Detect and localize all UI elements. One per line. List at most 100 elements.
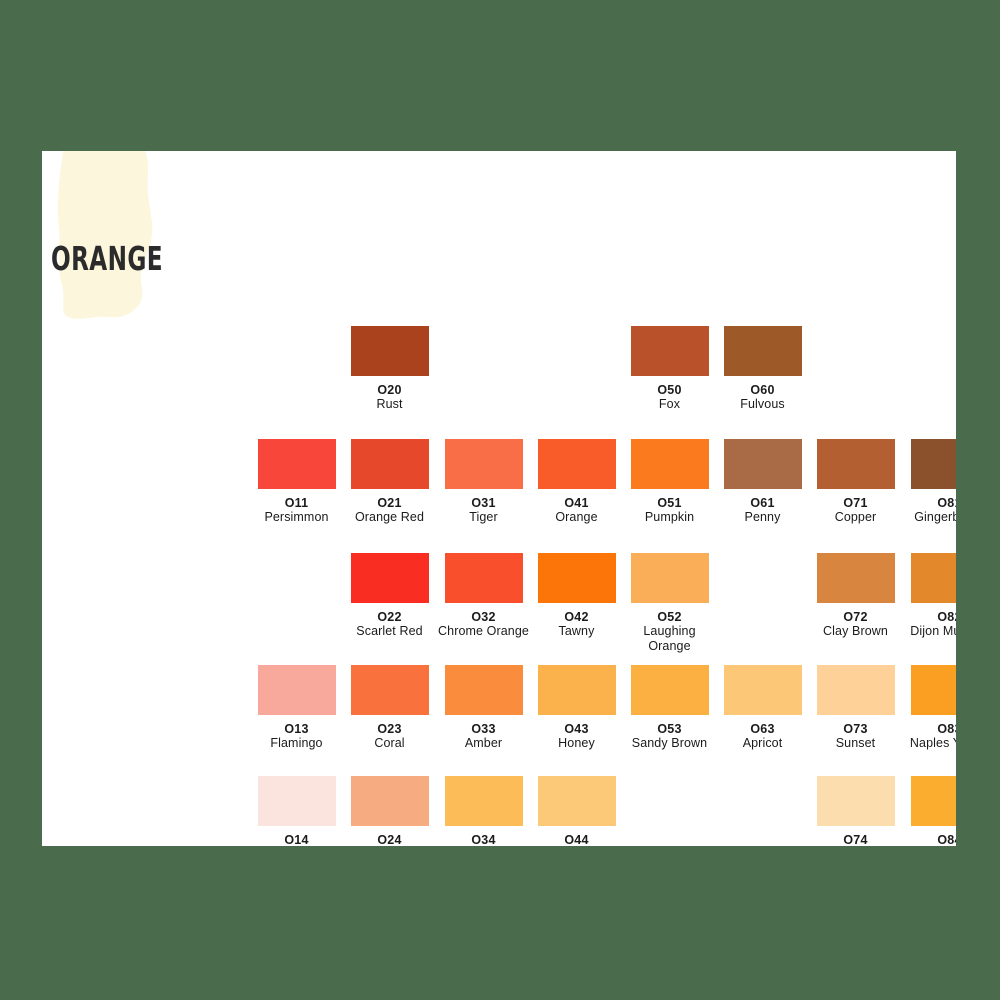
swatch-name: Laughing Orange bbox=[643, 624, 696, 653]
color-swatch[interactable] bbox=[537, 553, 616, 603]
color-swatch-cell[interactable]: O44Mango bbox=[530, 776, 623, 846]
color-swatch-cell[interactable]: O22 Scarlet Red bbox=[343, 553, 436, 639]
color-swatch-cell[interactable]: O81Gingerbread bbox=[903, 439, 956, 525]
color-swatch-cell[interactable]: O33 Amber bbox=[437, 665, 530, 751]
swatch-code: O61 bbox=[750, 496, 775, 510]
color-swatch-cell[interactable]: O43 Honey bbox=[530, 665, 623, 751]
swatch-name: Flamingo bbox=[270, 736, 323, 750]
swatch-code: O13 bbox=[284, 722, 309, 736]
swatch-code: O20 bbox=[377, 383, 402, 397]
color-chart-card: ORANGE O20 Rust O50 Fox O60 Fulvous O11 Persimm… bbox=[42, 151, 956, 846]
swatch-code: O81 bbox=[937, 496, 956, 510]
swatch-code: O11 bbox=[284, 496, 309, 510]
color-swatch-cell[interactable]: O34Marigold bbox=[437, 776, 530, 846]
color-swatch-cell[interactable]: O71 Copper bbox=[809, 439, 902, 525]
color-swatch-cell[interactable]: O50 Fox bbox=[623, 326, 716, 412]
color-swatch[interactable] bbox=[630, 326, 709, 376]
swatch-code: O82 bbox=[937, 610, 956, 624]
color-swatch[interactable] bbox=[350, 326, 429, 376]
swatch-name: Rust bbox=[376, 397, 403, 411]
swatch-name: Orange bbox=[555, 510, 598, 524]
color-swatch[interactable] bbox=[910, 776, 956, 826]
swatch-code: O14 bbox=[284, 833, 309, 846]
color-swatch[interactable] bbox=[723, 665, 802, 715]
color-swatch-cell[interactable]: O13 Flamingo bbox=[250, 665, 343, 751]
color-swatch[interactable] bbox=[723, 326, 802, 376]
color-swatch[interactable] bbox=[537, 665, 616, 715]
color-swatch[interactable] bbox=[444, 776, 523, 826]
color-swatch-cell[interactable]: O53 Sandy Brown bbox=[623, 665, 716, 751]
swatch-code: O63 bbox=[750, 722, 775, 736]
color-swatch[interactable] bbox=[350, 439, 429, 489]
swatch-code: O24 bbox=[377, 833, 402, 846]
swatch-name: Clay Brown bbox=[823, 624, 888, 638]
color-swatch-cell[interactable]: O24Tea Rose bbox=[343, 776, 436, 846]
color-swatch[interactable] bbox=[444, 665, 523, 715]
color-swatch-cell[interactable]: O63 Apricot bbox=[716, 665, 809, 751]
swatch-name: Pumpkin bbox=[644, 510, 695, 524]
color-swatch-cell[interactable]: O42 Tawny bbox=[530, 553, 623, 639]
swatch-name: Scarlet Red bbox=[356, 624, 423, 638]
swatch-code: O60 bbox=[750, 383, 775, 397]
color-swatch[interactable] bbox=[350, 776, 429, 826]
color-swatch-cell[interactable]: O14Pastel Pink bbox=[250, 776, 343, 846]
color-swatch-cell[interactable]: O74Satin bbox=[809, 776, 902, 846]
color-swatch[interactable] bbox=[816, 776, 895, 826]
swatch-name: Naples Yellow bbox=[909, 736, 956, 750]
swatch-name: Fulvous bbox=[740, 397, 785, 411]
color-swatch-cell[interactable]: O41 Orange bbox=[530, 439, 623, 525]
swatch-name: Coral bbox=[374, 736, 405, 750]
color-swatch[interactable] bbox=[537, 776, 616, 826]
color-swatch-cell[interactable]: O52 Laughing Orange bbox=[623, 553, 716, 653]
color-swatch-cell[interactable]: O23 Coral bbox=[343, 665, 436, 751]
swatch-code: O50 bbox=[657, 383, 682, 397]
color-swatch-cell[interactable]: O60 Fulvous bbox=[716, 326, 809, 412]
swatch-name: Chrome Orange bbox=[438, 624, 529, 638]
color-swatch[interactable] bbox=[257, 439, 336, 489]
color-swatch-cell[interactable]: O31 Tiger bbox=[437, 439, 530, 525]
color-swatch[interactable] bbox=[350, 553, 429, 603]
swatch-code: O72 bbox=[843, 610, 868, 624]
swatch-code: O32 bbox=[471, 610, 496, 624]
color-swatch-cell[interactable]: O72 Clay Brown bbox=[809, 553, 902, 639]
color-swatch-cell[interactable]: O21 Orange Red bbox=[343, 439, 436, 525]
color-swatch[interactable] bbox=[816, 439, 895, 489]
swatch-name: Tiger bbox=[469, 510, 498, 524]
color-swatch[interactable] bbox=[910, 439, 956, 489]
color-swatch[interactable] bbox=[444, 553, 523, 603]
color-swatch-cell[interactable]: O20 Rust bbox=[343, 326, 436, 412]
swatch-code: O73 bbox=[843, 722, 868, 736]
color-swatch[interactable] bbox=[816, 553, 895, 603]
color-swatch[interactable] bbox=[723, 439, 802, 489]
color-swatch-cell[interactable]: O73 Sunset bbox=[809, 665, 902, 751]
swatch-name: Fox bbox=[658, 397, 681, 411]
color-swatch[interactable] bbox=[257, 665, 336, 715]
color-swatch[interactable] bbox=[630, 665, 709, 715]
color-swatch-cell[interactable]: O11 Persimmon bbox=[250, 439, 343, 525]
color-swatch[interactable] bbox=[630, 439, 709, 489]
color-swatch[interactable] bbox=[910, 553, 956, 603]
swatch-code: O21 bbox=[377, 496, 402, 510]
color-swatch-cell[interactable]: O61 Penny bbox=[716, 439, 809, 525]
color-swatch[interactable] bbox=[350, 665, 429, 715]
swatch-code: O53 bbox=[657, 722, 682, 736]
color-swatch-cell[interactable]: O82Dijon Mustard bbox=[903, 553, 956, 639]
color-swatch-cell[interactable]: O84Saffron bbox=[903, 776, 956, 846]
swatch-code: O31 bbox=[471, 496, 496, 510]
color-swatch[interactable] bbox=[257, 776, 336, 826]
color-swatch[interactable] bbox=[630, 553, 709, 603]
color-swatch-cell[interactable]: O32 Chrome Orange bbox=[437, 553, 530, 639]
swatch-name: Amber bbox=[464, 736, 503, 750]
swatch-name: Dijon Mustard bbox=[910, 624, 956, 638]
color-swatch[interactable] bbox=[816, 665, 895, 715]
color-swatch[interactable] bbox=[910, 665, 956, 715]
color-swatch[interactable] bbox=[444, 439, 523, 489]
swatch-code: O33 bbox=[471, 722, 496, 736]
swatch-name: Penny bbox=[744, 510, 781, 524]
color-swatch[interactable] bbox=[537, 439, 616, 489]
color-swatch-cell[interactable]: O83Naples Yellow bbox=[903, 665, 956, 751]
swatch-code: O44 bbox=[564, 833, 589, 846]
swatch-code: O51 bbox=[657, 496, 682, 510]
color-swatch-cell[interactable]: O51 Pumpkin bbox=[623, 439, 716, 525]
swatch-code: O23 bbox=[377, 722, 402, 736]
